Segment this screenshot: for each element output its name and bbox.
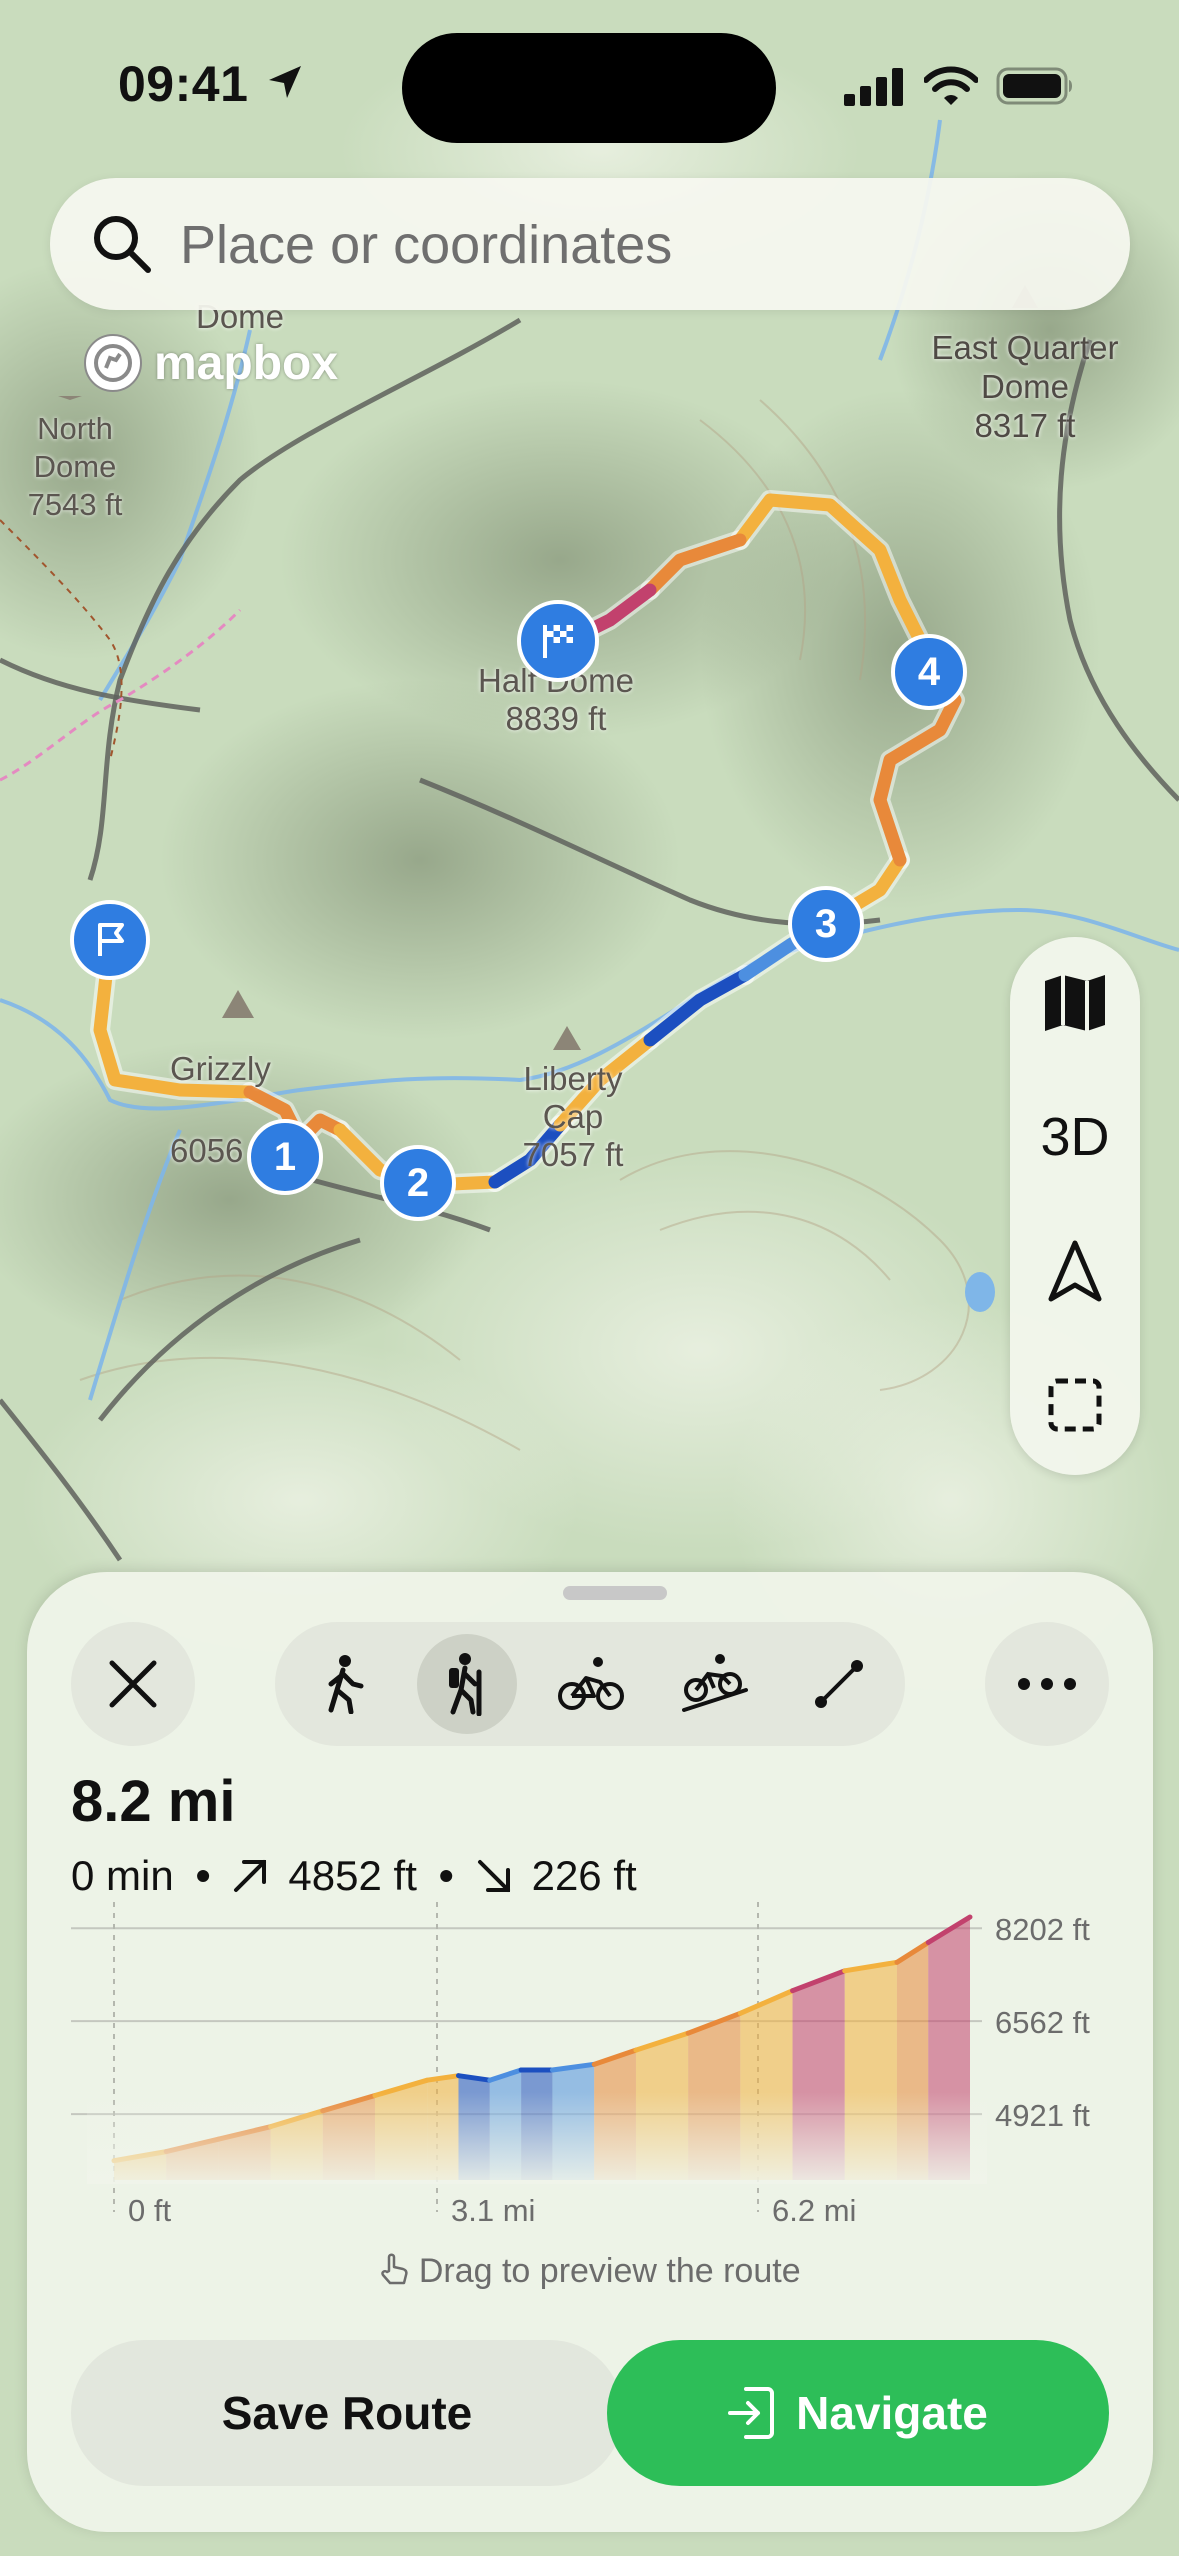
save-route-button[interactable]: Save Route: [71, 2340, 623, 2486]
x-tick-label: 6.2 mi: [772, 2193, 856, 2228]
profile-fade: [87, 2092, 987, 2184]
map-layers-button[interactable]: [1025, 953, 1125, 1053]
route-finish-flag[interactable]: [517, 600, 599, 682]
location-arrow-icon: [1048, 1240, 1102, 1302]
navigate-enter-icon: [728, 2387, 775, 2439]
3d-toggle-button[interactable]: 3D: [1025, 1087, 1125, 1187]
waypoint-3[interactable]: 3: [788, 886, 864, 962]
map-tools: 3D: [1010, 937, 1140, 1475]
y-tick-label: 4921 ft: [995, 2098, 1090, 2133]
checkered-flag-icon: [543, 625, 573, 658]
location-services-icon: [269, 66, 301, 98]
drag-hint: Drag to preview the route: [27, 2252, 1153, 2291]
y-tick-label: 6562 ft: [995, 2005, 1090, 2040]
search-icon: [94, 216, 151, 273]
dynamic-island: [402, 33, 776, 143]
peak-label-east-quarter-dome: East Quarter Dome 8317 ft: [931, 329, 1119, 444]
route-sheet: 8.2 mi 0 min • 4852 ft • 226 ft 8202 ft 6…: [27, 1572, 1153, 2532]
status-bar: 09:41: [0, 0, 1179, 170]
mapbox-icon: [84, 334, 142, 392]
map-layers-icon: [1045, 975, 1105, 1031]
peak-label-liberty-cap: Liberty Cap 7057 ft: [522, 1060, 624, 1173]
hand-pointer-icon: [381, 2253, 409, 2285]
search-bar[interactable]: Place or coordinates: [50, 178, 1130, 310]
peak-label-north-dome: North Dome 7543 ft: [27, 411, 123, 522]
flag-icon: [98, 923, 124, 956]
navigate-label: Navigate: [796, 2387, 988, 2439]
drag-hint-text: Drag to preview the route: [418, 2252, 801, 2290]
waypoint-4[interactable]: 4: [891, 634, 967, 710]
mapbox-wordmark: mapbox: [154, 337, 339, 390]
battery-icon: [996, 67, 1072, 105]
status-time: 09:41: [118, 56, 249, 112]
waypoint-2[interactable]: 2: [380, 1145, 456, 1221]
save-route-label: Save Route: [221, 2387, 473, 2439]
elevation-profile-chart[interactable]: 8202 ft 6562 ft 4921 ft 0 ft 3.1 mi 6.2 mi: [27, 1572, 1153, 2252]
route-start-flag[interactable]: [70, 900, 150, 980]
3d-label: 3D: [1040, 1107, 1110, 1167]
waypoint-1[interactable]: 1: [247, 1119, 323, 1195]
locate-me-button[interactable]: [1025, 1221, 1125, 1321]
x-tick-label: 3.1 mi: [451, 2193, 535, 2228]
cellular-signal-icon: [844, 68, 903, 106]
y-tick-label: 8202 ft: [995, 1912, 1090, 1947]
select-area-button[interactable]: [1025, 1355, 1125, 1455]
wifi-icon: [924, 66, 978, 105]
dashed-square-icon: [1048, 1378, 1102, 1432]
navigate-button[interactable]: Navigate: [607, 2340, 1109, 2486]
search-input[interactable]: Place or coordinates: [180, 214, 672, 276]
x-tick-label: 0 ft: [128, 2193, 171, 2228]
